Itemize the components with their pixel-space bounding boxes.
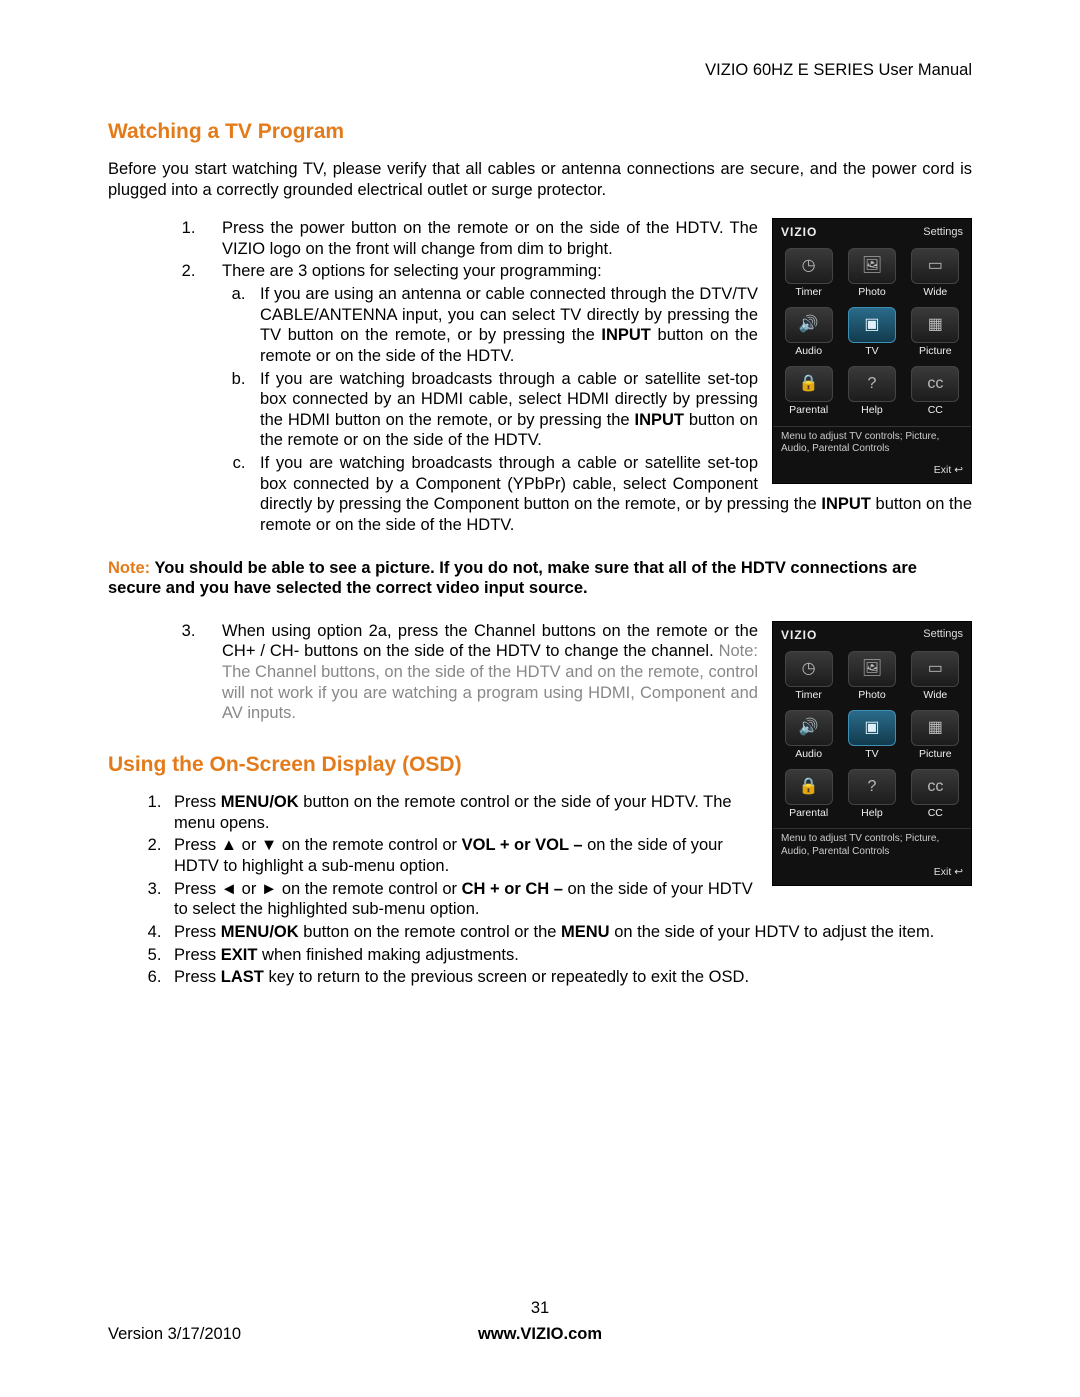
osd-screenshot-2: VIZIO Settings ◷Timer 🖼Photo ▭Wide 🔊Audi… [772, 621, 972, 887]
cc-icon: cc [911, 366, 959, 402]
osd2-tile-audio: 🔊Audio [780, 708, 838, 763]
bold-input-1: INPUT [601, 326, 651, 344]
manual-title: VIZIO 60HZ E SERIES User Manual [108, 60, 972, 81]
lock-icon: 🔒 [785, 769, 833, 805]
osd-tile-help: ?Help [843, 364, 901, 419]
osd-screenshot-1: VIZIO Settings ◷Timer 🖼Photo ▭Wide 🔊Audi… [772, 218, 972, 484]
cc-icon: cc [911, 769, 959, 805]
osd-header-right: Settings [923, 226, 963, 240]
osd-tile-photo: 🖼Photo [843, 246, 901, 301]
footer-version: Version 3/17/2010 [108, 1324, 396, 1345]
osd-tile-tv: ▣TV [843, 305, 901, 360]
clock-icon: ◷ [785, 651, 833, 687]
step-3-text: When using option 2a, press the Channel … [222, 622, 758, 661]
osd-exit-label: Exit ↩ [773, 458, 971, 477]
osd2-tile-timer: ◷Timer [780, 649, 838, 704]
lock-icon: 🔒 [785, 366, 833, 402]
help-icon: ? [848, 769, 896, 805]
page-footer: 31 Version 3/17/2010 www.VIZIO.com [108, 1298, 972, 1345]
picture-icon: ▦ [911, 710, 959, 746]
speaker-icon: 🔊 [785, 710, 833, 746]
osd-step-6: Press LAST key to return to the previous… [166, 967, 972, 988]
osd-logo: VIZIO [781, 225, 817, 240]
osd-tile-wide: ▭Wide [906, 246, 964, 301]
osd-exit-label-2: Exit ↩ [773, 860, 971, 879]
note-paragraph: Note: You should be able to see a pictur… [108, 558, 972, 599]
step-2-lead: There are 3 options for selecting your p… [222, 262, 602, 280]
intro-paragraph: Before you start watching TV, please ver… [108, 159, 972, 200]
note-body: You should be able to see a picture. If … [108, 559, 917, 598]
tv-icon: ▣ [848, 307, 896, 343]
osd2-tile-photo: 🖼Photo [843, 649, 901, 704]
osd2-tile-help: ?Help [843, 767, 901, 822]
wide-icon: ▭ [911, 651, 959, 687]
osd2-tile-cc: ccCC [906, 767, 964, 822]
speaker-icon: 🔊 [785, 307, 833, 343]
help-icon: ? [848, 366, 896, 402]
photo-icon: 🖼 [848, 248, 896, 284]
osd-description-2: Menu to adjust TV controls; Picture, Aud… [773, 828, 971, 860]
osd-tile-audio: 🔊Audio [780, 305, 838, 360]
osd2-tile-picture: ▦Picture [906, 708, 964, 763]
steps-block-2: VIZIO Settings ◷Timer 🖼Photo ▭Wide 🔊Audi… [108, 621, 972, 990]
osd-tile-cc: ccCC [906, 364, 964, 419]
osd-step-5: Press EXIT when finished making adjustme… [166, 945, 972, 966]
osd2-tile-tv: ▣TV [843, 708, 901, 763]
heading-watching-tv: Watching a TV Program [108, 119, 972, 145]
photo-icon: 🖼 [848, 651, 896, 687]
clock-icon: ◷ [785, 248, 833, 284]
tv-icon: ▣ [848, 710, 896, 746]
osd-tile-parental: 🔒Parental [780, 364, 838, 419]
osd2-tile-parental: 🔒Parental [780, 767, 838, 822]
picture-icon: ▦ [911, 307, 959, 343]
wide-icon: ▭ [911, 248, 959, 284]
osd-step-4: Press MENU/OK button on the remote contr… [166, 922, 972, 943]
osd2-tile-wide: ▭Wide [906, 649, 964, 704]
bold-input-3: INPUT [821, 495, 871, 513]
page-body: VIZIO 60HZ E SERIES User Manual Watching… [0, 0, 1080, 1030]
note-label: Note: [108, 559, 154, 577]
osd-header-right-2: Settings [923, 628, 963, 642]
osd-logo-2: VIZIO [781, 628, 817, 643]
page-number: 31 [108, 1298, 972, 1319]
osd-tile-timer: ◷Timer [780, 246, 838, 301]
steps-block-1: VIZIO Settings ◷Timer 🖼Photo ▭Wide 🔊Audi… [108, 218, 972, 539]
bold-input-2: INPUT [634, 411, 684, 429]
osd-tile-picture: ▦Picture [906, 305, 964, 360]
osd-description: Menu to adjust TV controls; Picture, Aud… [773, 426, 971, 458]
footer-website: www.VIZIO.com [396, 1324, 684, 1345]
